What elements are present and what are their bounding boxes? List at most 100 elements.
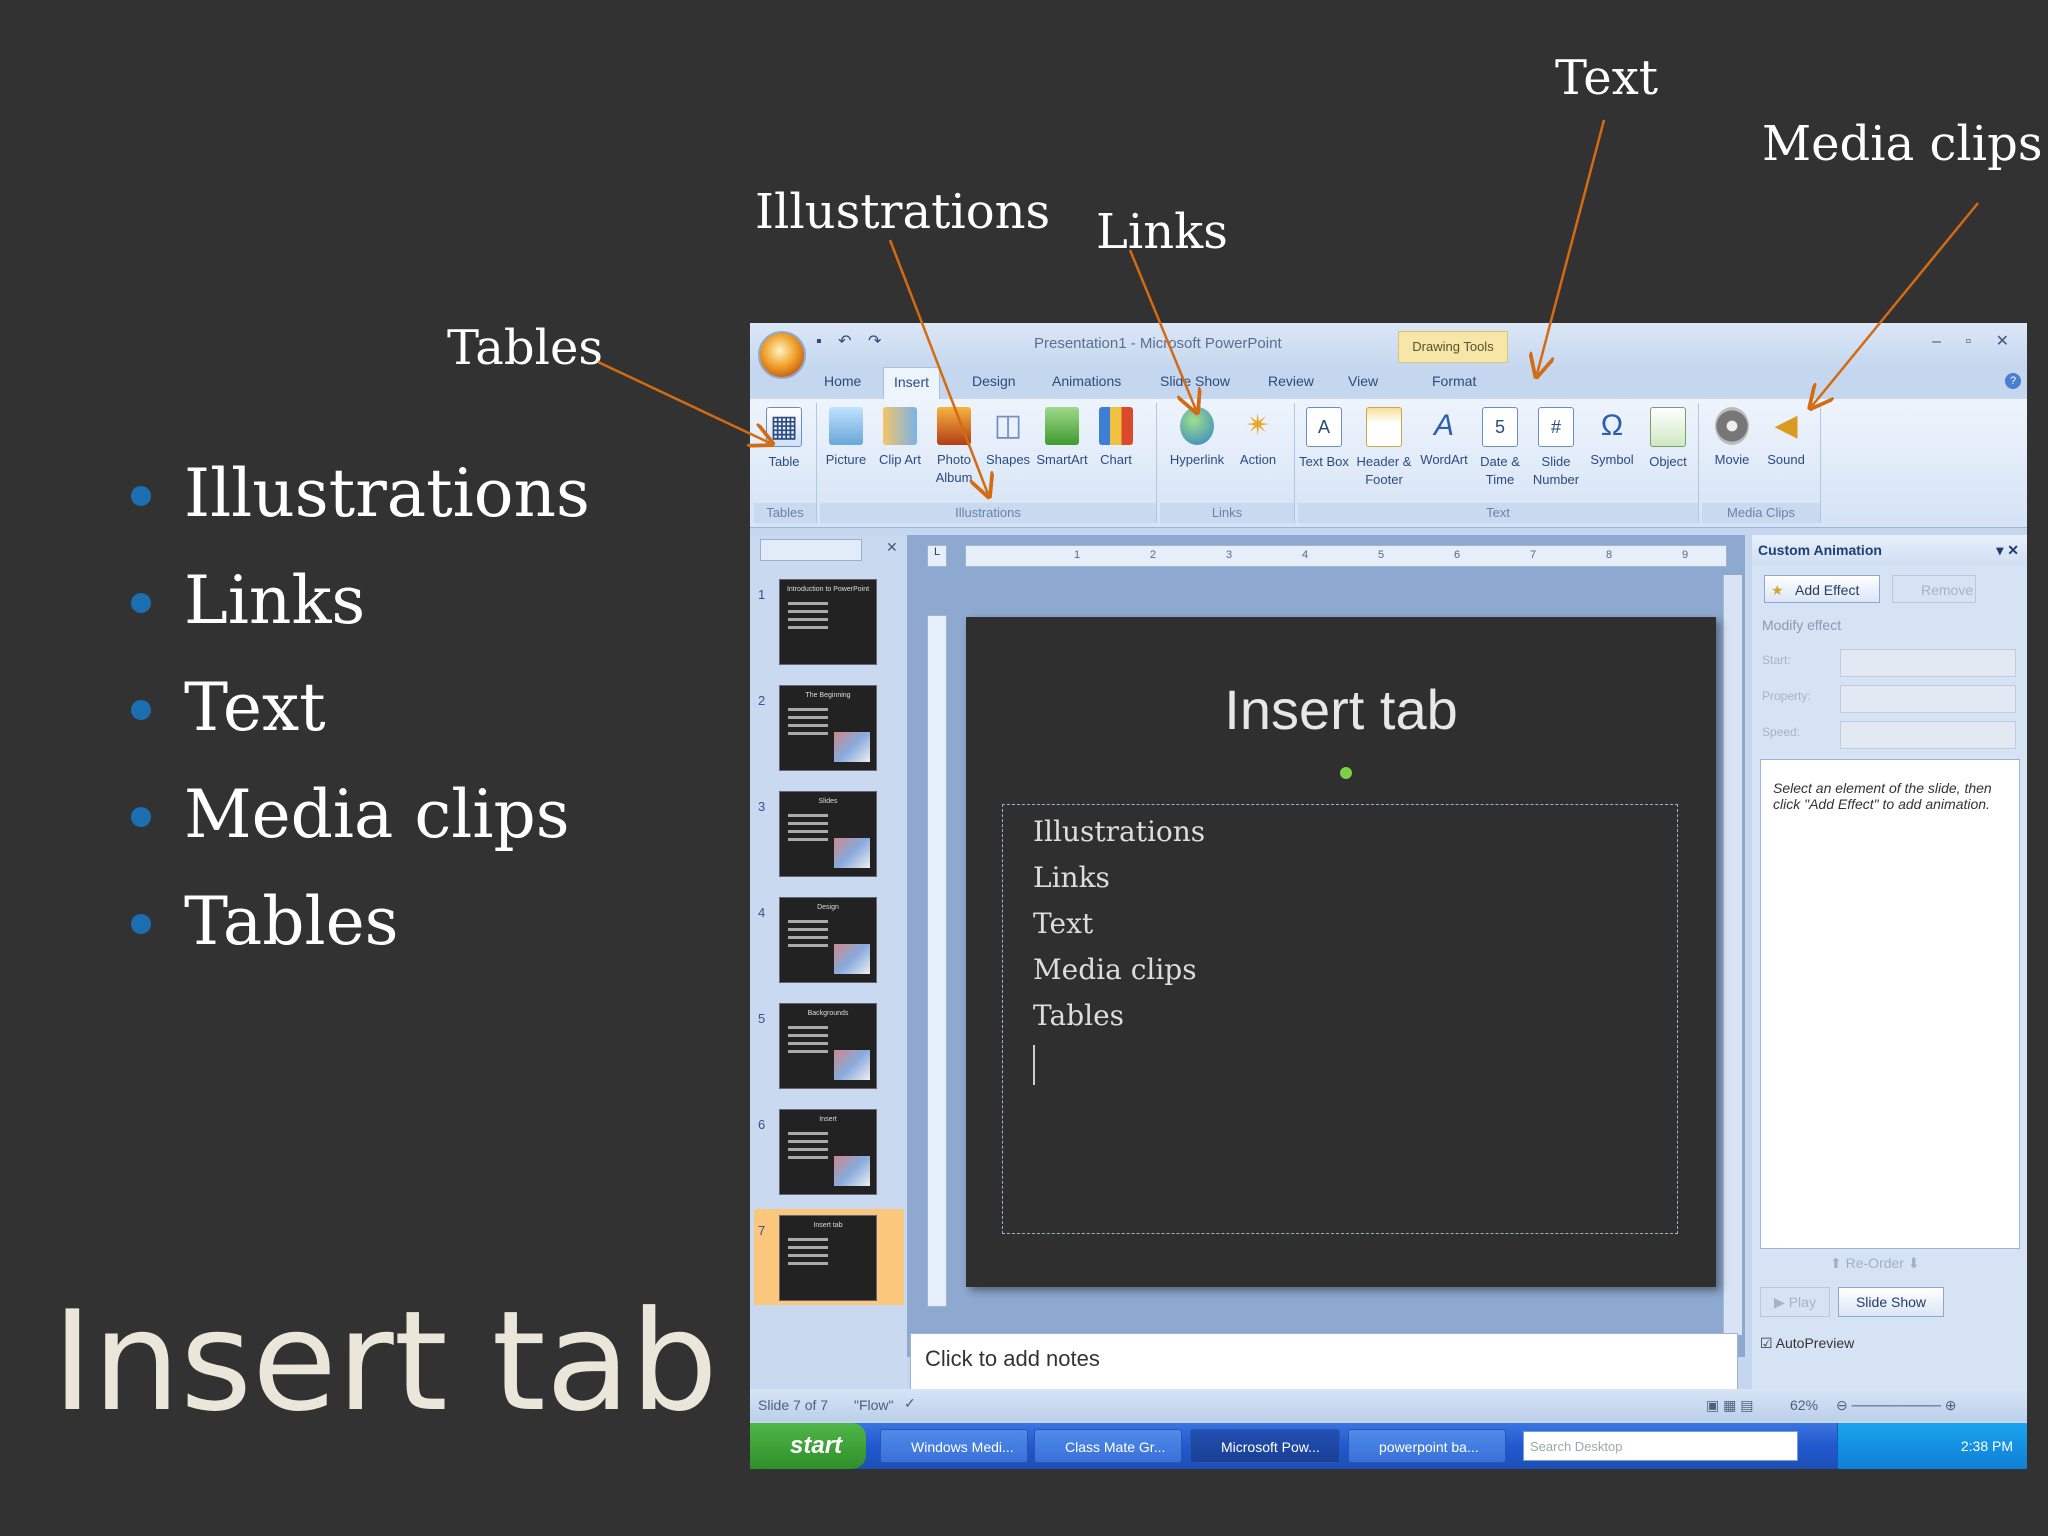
- tab-design[interactable]: Design: [972, 373, 1016, 389]
- autopreview-checkbox[interactable]: ☑ AutoPreview: [1760, 1335, 1854, 1352]
- drawing-tools-label: Drawing Tools: [1398, 331, 1508, 363]
- sound-button[interactable]: ◀ Sound: [1760, 407, 1812, 469]
- reorder-text: Re-Order: [1845, 1255, 1904, 1271]
- tab-format[interactable]: Format: [1432, 373, 1476, 389]
- close-pane-icon[interactable]: ✕: [886, 539, 898, 556]
- object-icon: [1650, 407, 1686, 447]
- window-title: Presentation1 - Microsoft PowerPoint: [1034, 335, 1282, 352]
- slide-thumbnail[interactable]: Backgrounds: [779, 1003, 877, 1089]
- tab-review[interactable]: Review: [1268, 373, 1314, 389]
- thumbnail-title: The Beginning: [805, 692, 851, 699]
- thumbnail-image: [834, 944, 870, 974]
- slide-thumbnail[interactable]: Introduction to PowerPoint: [779, 579, 877, 665]
- text-box-button[interactable]: A Text Box: [1298, 407, 1350, 471]
- tab-insert[interactable]: Insert: [883, 367, 941, 399]
- play-button[interactable]: ▶ Play: [1760, 1287, 1830, 1317]
- button-label: Photo Album: [935, 452, 973, 485]
- button-label: Date & Time: [1480, 454, 1520, 487]
- wordart-button[interactable]: A WordArt: [1418, 407, 1470, 469]
- title-bar: ▪ ↶ ↷ Presentation1 - Microsoft PowerPoi…: [750, 323, 2027, 367]
- rotate-handle[interactable]: [1340, 767, 1352, 779]
- text-cursor: [1033, 1045, 1035, 1085]
- smartart-icon: [1045, 407, 1079, 445]
- table-button[interactable]: ▦ Table: [758, 407, 810, 471]
- date-time-button[interactable]: 5 Date & Time: [1474, 407, 1526, 489]
- shapes-button[interactable]: ◫ Shapes: [982, 407, 1034, 469]
- bullet-item: Media clips: [128, 761, 590, 868]
- hyperlink-button[interactable]: Hyperlink: [1166, 407, 1228, 469]
- start-button[interactable]: start: [750, 1423, 866, 1469]
- thumbnail-number: 2: [758, 693, 766, 708]
- taskbar-item[interactable]: Windows Medi...: [880, 1429, 1028, 1463]
- slide-thumbnail[interactable]: The Beginning: [779, 685, 877, 771]
- reorder-label[interactable]: ⬆ Re-Order ⬇: [1830, 1255, 1920, 1272]
- thumbnail-lines: [788, 1132, 828, 1135]
- quick-access-toolbar[interactable]: ▪ ↶ ↷: [816, 331, 887, 351]
- button-label: WordArt: [1420, 452, 1468, 467]
- remove-button[interactable]: Remove: [1892, 575, 1976, 603]
- photo-album-button[interactable]: Photo Album: [928, 407, 980, 487]
- help-icon[interactable]: ?: [2005, 373, 2021, 389]
- tab-animations[interactable]: Animations: [1052, 373, 1121, 389]
- tab-view[interactable]: View: [1348, 373, 1378, 389]
- callout-text: Text: [1555, 50, 1659, 106]
- slide-thumbnail[interactable]: Slides: [779, 791, 877, 877]
- movie-button[interactable]: Movie: [1706, 407, 1758, 469]
- ruler-tick: 9: [1682, 549, 1689, 561]
- vertical-ruler[interactable]: [927, 615, 947, 1307]
- speed-select[interactable]: [1840, 721, 2016, 749]
- spellcheck-icon[interactable]: ✓: [904, 1395, 916, 1412]
- add-effect-button[interactable]: ★ Add Effect: [1764, 575, 1880, 603]
- horizontal-ruler[interactable]: 1 2 3 4 5 6 7 8 9: [965, 545, 1727, 567]
- object-button[interactable]: Object: [1642, 407, 1694, 471]
- slide-canvas[interactable]: Insert tab Illustrations Links Text Medi…: [966, 617, 1716, 1287]
- thumbnail-lines: [788, 814, 828, 817]
- canvas-bullet: Text: [1033, 907, 1094, 940]
- button-label: Picture: [825, 452, 867, 467]
- notes-pane[interactable]: Click to add notes: [910, 1333, 1738, 1391]
- tab-slide-show[interactable]: Slide Show: [1160, 373, 1230, 389]
- header-footer-button[interactable]: Header & Footer: [1354, 407, 1414, 489]
- content-placeholder[interactable]: Illustrations Links Text Media clips Tab…: [1002, 804, 1678, 1234]
- animation-list[interactable]: Select an element of the slide, then cli…: [1760, 759, 2020, 1249]
- picture-icon: [829, 407, 863, 445]
- symbol-button[interactable]: Ω Symbol: [1586, 407, 1638, 469]
- desktop-search-input[interactable]: Search Desktop: [1523, 1431, 1798, 1461]
- window-controls[interactable]: – ▫ ✕: [1932, 331, 2019, 351]
- slide-thumbnail[interactable]: Insert tab: [779, 1215, 877, 1301]
- ruler-tick: 5: [1378, 549, 1385, 561]
- globe-icon: [1180, 407, 1214, 445]
- taskbar-item[interactable]: powerpoint ba...: [1348, 1429, 1506, 1463]
- taskbar-item[interactable]: Class Mate Gr...: [1034, 1429, 1182, 1463]
- tab-home[interactable]: Home: [824, 373, 861, 389]
- vertical-scrollbar[interactable]: [1723, 575, 1742, 1335]
- slide-number-button[interactable]: # Slide Number: [1530, 407, 1582, 489]
- table-icon: ▦: [766, 407, 802, 447]
- canvas-bullet: Tables: [1033, 999, 1125, 1032]
- slide-show-button[interactable]: Slide Show: [1838, 1287, 1944, 1317]
- property-label: Property:: [1762, 689, 1811, 703]
- tab-selector[interactable]: L: [927, 545, 947, 567]
- zoom-level[interactable]: 62%: [1790, 1397, 1818, 1413]
- slide-thumbnail[interactable]: Insert: [779, 1109, 877, 1195]
- thumbnail-title: Insert: [819, 1116, 837, 1123]
- button-label: Sound: [1767, 452, 1805, 467]
- close-pane-icon[interactable]: ▾ ✕: [1996, 535, 2019, 565]
- slide-thumbnail[interactable]: Design: [779, 897, 877, 983]
- canvas-title[interactable]: Insert tab: [966, 677, 1716, 742]
- property-select[interactable]: [1840, 685, 2016, 713]
- slides-outline-tabs[interactable]: [760, 539, 862, 561]
- start-select[interactable]: [1840, 649, 2016, 677]
- clip-art-button[interactable]: Clip Art: [874, 407, 926, 469]
- picture-button[interactable]: Picture: [820, 407, 872, 469]
- action-button[interactable]: ✴ Action: [1232, 407, 1284, 469]
- pane-title: Custom Animation: [1758, 542, 1882, 558]
- speed-label: Speed:: [1762, 725, 1801, 739]
- smartart-button[interactable]: SmartArt: [1036, 407, 1088, 469]
- bullet-text: Text: [184, 669, 326, 746]
- chart-button[interactable]: Chart: [1090, 407, 1142, 469]
- view-buttons[interactable]: ▣ ▦ ▤: [1706, 1397, 1753, 1414]
- zoom-slider[interactable]: ⊖ ───────── ⊕: [1836, 1397, 1986, 1414]
- taskbar-item-active[interactable]: Microsoft Pow...: [1190, 1429, 1340, 1463]
- office-button[interactable]: [758, 331, 806, 379]
